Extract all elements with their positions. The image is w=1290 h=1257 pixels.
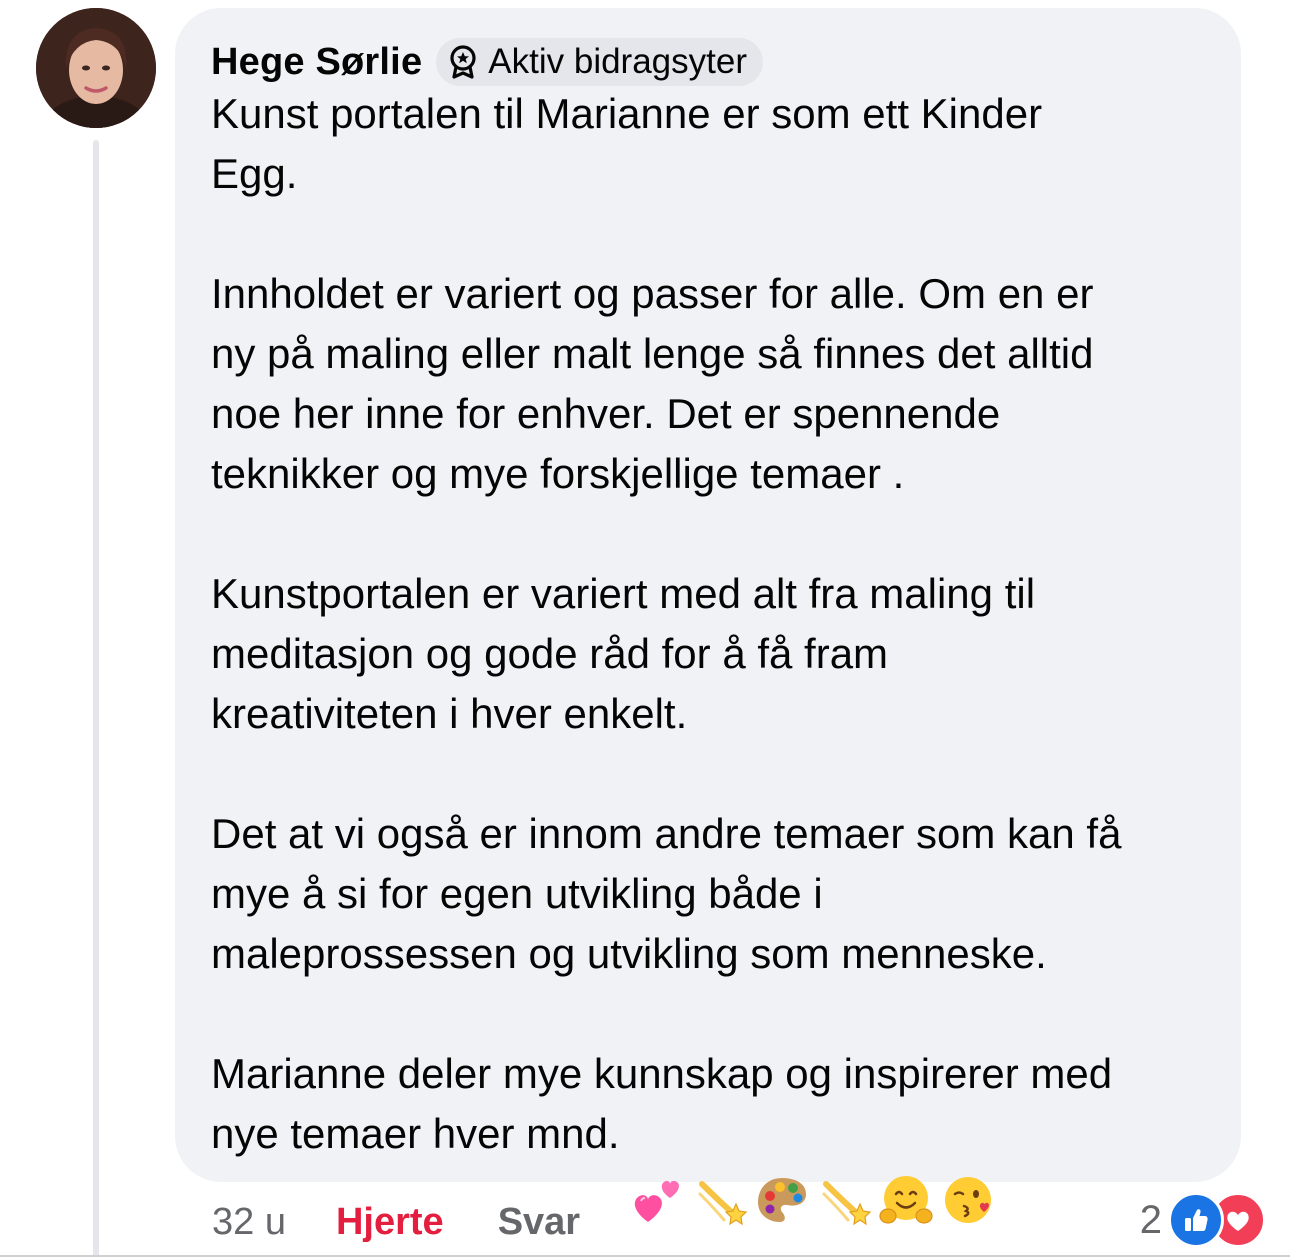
comment-text: Kunst portalen til Marianne er som ett K… [211,84,1221,1226]
hugging-face-icon [878,1112,934,1224]
reaction-summary[interactable]: 2 [1140,1192,1266,1248]
comment-paragraph: Innholdet er variert og passer for alle.… [211,270,1094,497]
artist-palette-icon [754,1112,810,1222]
emoji-row [630,1112,996,1226]
comment-paragraph: Kunst portalen til Marianne er som ett K… [211,90,1043,197]
heart-reaction-button[interactable]: Hjerte [336,1201,444,1244]
thread-line [93,140,99,1257]
author-name[interactable]: Hege Sørlie [211,41,422,84]
comment-paragraph-last: Marianne deler mye kunnskap og inspirere… [211,1044,1221,1226]
avatar[interactable] [36,8,156,128]
comment-thread: Hege Sørlie Aktiv bidragsyter Kunst port… [0,0,1290,1257]
comment-header: Hege Sørlie Aktiv bidragsyter [211,36,763,88]
badge-label: Aktiv bidragsyter [488,42,747,81]
two-hearts-icon [630,1112,686,1222]
like-icon [1168,1192,1224,1248]
comment-paragraph: Det at vi også er innom andre temaer som… [211,810,1122,977]
comment-paragraph: Kunstportalen er variert med alt fra mal… [211,570,1036,737]
reply-button[interactable]: Svar [498,1201,580,1244]
dizzy-star-icon [816,1112,872,1226]
comment-timestamp[interactable]: 32 u [212,1201,286,1244]
comment-actions: 32 u Hjerte Svar [212,1196,580,1248]
reaction-count: 2 [1139,1197,1162,1242]
contributor-badge[interactable]: Aktiv bidragsyter [436,38,763,86]
dizzy-star-icon [692,1112,748,1226]
award-ribbon-icon [448,45,478,79]
kissing-face-icon [940,1112,996,1223]
